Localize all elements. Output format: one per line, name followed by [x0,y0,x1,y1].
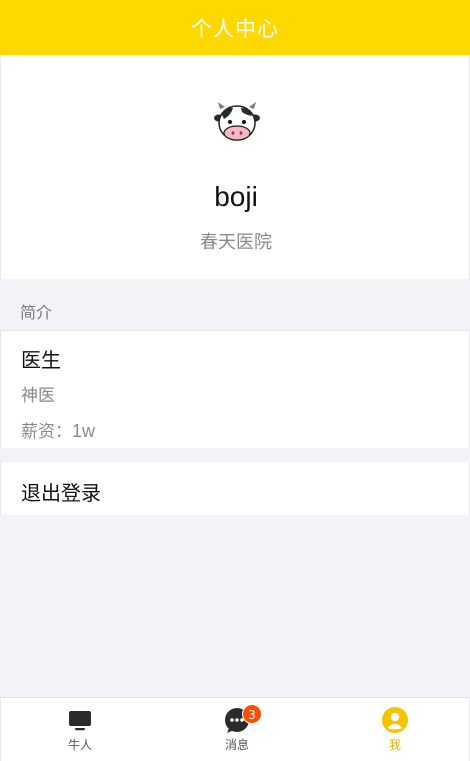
tab-niuren[interactable]: 牛人 [30,698,130,761]
tab-messages[interactable]: 3 消息 [187,698,287,761]
intro-section-title: 简介 [20,303,53,322]
tab-me[interactable]: 我 [345,698,445,761]
hospital-name: 春天医院 [200,232,272,253]
username: boji [214,181,258,212]
cow-avatar-icon [214,102,260,141]
intro-card: 医生 神医 薪资：1w [0,330,470,448]
page-title: 个人中心 [191,16,279,41]
salary-value: 1w [72,421,96,441]
role-description: 神医 [21,386,55,406]
salary-line: 薪资：1w [21,417,95,442]
monitor-icon [69,711,91,731]
role-title: 医生 [21,348,61,372]
logout-button[interactable]: 退出登录 [0,462,470,515]
tab-messages-label: 消息 [224,738,249,752]
salary-label: 薪资： [21,422,72,442]
unread-badge: 3 [242,704,262,724]
logout-label: 退出登录 [21,481,101,505]
tab-me-label: 我 [388,738,401,752]
tab-niuren-label: 牛人 [67,738,92,752]
user-icon [382,707,408,733]
profile-card: boji 春天医院 [0,55,470,279]
bottom-tab-bar: 牛人 3 消息 我 [0,697,470,761]
app-header: 个人中心 [0,0,470,55]
